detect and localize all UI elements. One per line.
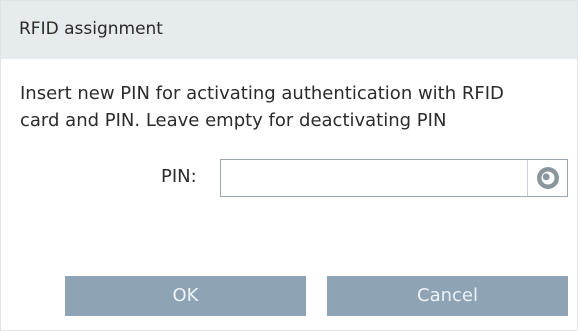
dialog-message-line-1: Insert new PIN for activating authentica… — [20, 83, 504, 104]
cancel-button[interactable]: Cancel — [327, 276, 568, 316]
show-pin-toggle-button[interactable] — [527, 160, 567, 196]
ok-button[interactable]: OK — [65, 276, 306, 316]
pin-input[interactable] — [221, 160, 521, 196]
pin-field — [220, 159, 568, 197]
dialog-message-line-2: card and PIN. Leave empty for deactivati… — [20, 110, 447, 131]
rfid-assignment-dialog: RFID assignment Insert new PIN for activ… — [0, 0, 578, 331]
dialog-title: RFID assignment — [19, 19, 163, 39]
dialog-message: Insert new PIN for activating authentica… — [20, 80, 560, 134]
pin-label: PIN: — [161, 166, 197, 187]
dialog-title-bar: RFID assignment — [1, 1, 577, 59]
eye-icon — [536, 167, 559, 189]
